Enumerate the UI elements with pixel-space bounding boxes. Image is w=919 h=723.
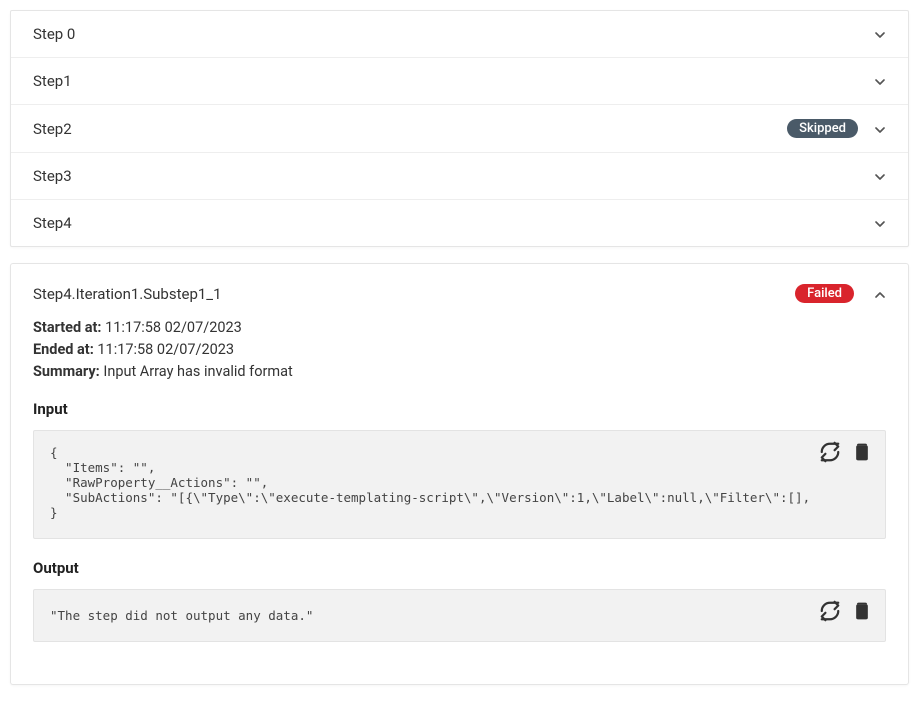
- started-at-line: Started at: 11:17:58 02/07/2023: [33, 317, 886, 339]
- clipboard-icon[interactable]: [851, 600, 873, 622]
- input-code-box: { "Items": "", "RawProperty__Actions": "…: [33, 430, 886, 539]
- ended-at-value: 11:17:58 02/07/2023: [97, 341, 234, 358]
- detail-header[interactable]: Step4.Iteration1.Substep1_1 Failed: [11, 264, 908, 317]
- step-row-right: [872, 169, 886, 183]
- started-at-label: Started at:: [33, 319, 102, 336]
- ended-at-line: Ended at: 11:17:58 02/07/2023: [33, 339, 886, 361]
- chevron-down-icon: [872, 216, 886, 230]
- step-row-right: [872, 27, 886, 41]
- step-row-right: [872, 216, 886, 230]
- output-code-box: "The step did not output any data.": [33, 589, 886, 642]
- step-label: Step1: [33, 72, 72, 90]
- step-row-right: Skipped: [787, 119, 886, 138]
- chevron-down-icon: [872, 74, 886, 88]
- chevron-up-icon: [872, 287, 886, 301]
- status-badge-failed: Failed: [795, 284, 854, 303]
- summary-label: Summary:: [33, 363, 100, 380]
- input-code-content: { "Items": "", "RawProperty__Actions": "…: [50, 445, 809, 528]
- output-code-content: "The step did not output any data.": [50, 608, 809, 623]
- step-label: Step3: [33, 167, 72, 185]
- clipboard-icon[interactable]: [851, 441, 873, 463]
- code-actions: [819, 600, 873, 622]
- detail-header-right: Failed: [795, 284, 886, 303]
- step-detail-panel: Step4.Iteration1.Substep1_1 Failed Start…: [10, 263, 909, 685]
- step-row-0[interactable]: Step 0: [11, 11, 908, 58]
- status-badge-skipped: Skipped: [787, 119, 858, 138]
- step-row-3[interactable]: Step3: [11, 153, 908, 200]
- step-row-4[interactable]: Step4: [11, 200, 908, 246]
- step-label: Step2: [33, 120, 72, 138]
- summary-value: Input Array has invalid format: [103, 363, 292, 380]
- input-heading: Input: [33, 400, 886, 418]
- chevron-down-icon: [872, 27, 886, 41]
- chevron-down-icon: [872, 122, 886, 136]
- started-at-value: 11:17:58 02/07/2023: [105, 319, 242, 336]
- step-label: Step4: [33, 214, 72, 232]
- summary-line: Summary: Input Array has invalid format: [33, 361, 886, 383]
- refresh-icon[interactable]: [819, 600, 841, 622]
- chevron-down-icon: [872, 169, 886, 183]
- step-row-2[interactable]: Step2 Skipped: [11, 105, 908, 153]
- code-actions: [819, 441, 873, 463]
- detail-body: Started at: 11:17:58 02/07/2023 Ended at…: [11, 317, 908, 684]
- detail-title: Step4.Iteration1.Substep1_1: [33, 285, 222, 303]
- ended-at-label: Ended at:: [33, 341, 94, 358]
- meta-block: Started at: 11:17:58 02/07/2023 Ended at…: [33, 317, 886, 382]
- output-heading: Output: [33, 559, 886, 577]
- step-label: Step 0: [33, 25, 75, 43]
- steps-panel: Step 0 Step1 Step2 Skipped Step3: [10, 10, 909, 247]
- step-row-1[interactable]: Step1: [11, 58, 908, 105]
- step-row-right: [872, 74, 886, 88]
- input-code-scroll[interactable]: { "Items": "", "RawProperty__Actions": "…: [50, 445, 869, 528]
- refresh-icon[interactable]: [819, 441, 841, 463]
